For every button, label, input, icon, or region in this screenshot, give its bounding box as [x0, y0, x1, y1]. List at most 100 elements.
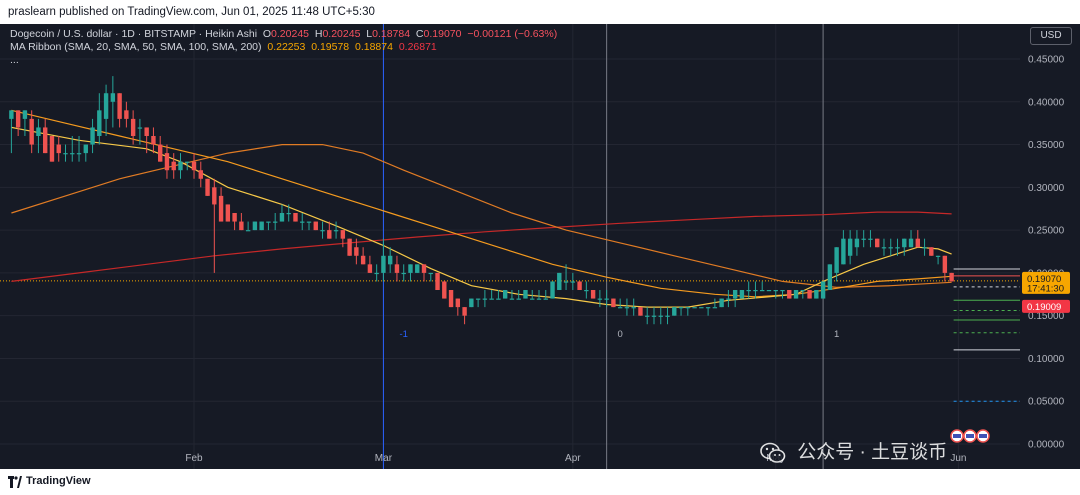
price-chart[interactable]: 0.450000.400000.350000.300000.250000.200… [0, 24, 1080, 469]
session-marker: 0 [618, 329, 623, 340]
candle-body [624, 307, 630, 309]
candle [685, 307, 691, 316]
candle-body [496, 298, 501, 300]
candle-body [239, 221, 244, 231]
candle [448, 290, 454, 308]
candle [205, 178, 210, 196]
publisher-line: praslearn published on TradingView.com, … [8, 6, 375, 18]
candle-body [489, 298, 494, 300]
candle-body [286, 213, 291, 215]
watermark-text: 公众号 · 土豆谈币 [797, 442, 948, 463]
candle [875, 238, 880, 248]
candle [739, 290, 745, 299]
candle-body [232, 213, 237, 222]
candle [854, 230, 860, 256]
candle [435, 272, 440, 290]
candle [814, 290, 819, 299]
candle [617, 298, 623, 309]
candle [597, 290, 603, 308]
candle [726, 290, 731, 308]
candle [861, 230, 866, 248]
candle [536, 290, 542, 300]
candle-body [313, 221, 318, 231]
candle [293, 213, 298, 222]
currency-button[interactable]: USD [1030, 27, 1072, 45]
candle-body [895, 247, 900, 249]
candle-body [448, 290, 454, 308]
candle-body [753, 290, 758, 292]
candle-body [841, 238, 846, 265]
candle-body [110, 93, 116, 102]
candle [908, 230, 914, 248]
candle [49, 136, 55, 162]
tradingview-logo-icon[interactable] [8, 476, 22, 488]
candle [124, 101, 129, 128]
candle [252, 221, 258, 231]
candle [692, 307, 697, 309]
chart-legend: Dogecoin / U.S. dollar · 1D · BITSTAMP ·… [10, 28, 557, 67]
candle-body [692, 307, 697, 309]
chart-area[interactable]: 0.450000.400000.350000.300000.250000.200… [0, 24, 1080, 469]
candle-body [428, 272, 433, 275]
candle [442, 281, 447, 299]
candle [340, 230, 346, 248]
candle-body [719, 298, 724, 308]
candle [83, 144, 88, 162]
candle-body [590, 290, 596, 299]
event-flags-icon[interactable] [950, 429, 994, 443]
candle-body [272, 221, 278, 223]
candle-body [90, 127, 95, 145]
candle-body [712, 307, 718, 309]
candle-body [604, 298, 609, 300]
candle [902, 238, 907, 256]
candle [577, 281, 582, 290]
high-value: 0.20245 [322, 28, 361, 40]
price-labels: 0.1907017:41:300.19009 [1022, 271, 1070, 313]
legend-symbol-row: Dogecoin / U.S. dollar · 1D · BITSTAMP ·… [10, 28, 557, 41]
candle [868, 230, 873, 248]
footer-brand[interactable]: TradingView [26, 475, 91, 487]
session-markers: -1 0 1 [399, 329, 839, 340]
candle [171, 153, 176, 179]
candle [780, 290, 785, 299]
candle [279, 204, 285, 222]
candle-body [225, 204, 231, 222]
candle [178, 153, 183, 179]
legend-more[interactable]: ... [10, 54, 557, 67]
candle [151, 127, 156, 154]
candle-body [922, 247, 927, 249]
candle [658, 307, 663, 325]
candle [259, 221, 264, 231]
candle-body [374, 272, 379, 275]
candle-body [22, 110, 28, 119]
candle-body [381, 255, 386, 273]
candle [651, 307, 657, 325]
y-tick-label: 0.05000 [1028, 397, 1065, 408]
candle [732, 290, 738, 308]
candle-body [861, 238, 866, 240]
ma-ribbon-title: MA Ribbon (SMA, 20, SMA, 50, SMA, 100, S… [10, 41, 262, 53]
close-label: C [415, 28, 424, 40]
candle-body [563, 281, 569, 283]
candle [847, 230, 853, 265]
candle [705, 307, 711, 316]
candle [320, 221, 325, 239]
candle [773, 290, 778, 299]
candle [394, 255, 400, 282]
candle-body [347, 238, 352, 256]
candle [807, 290, 812, 299]
candle-body [516, 298, 521, 300]
candle [766, 290, 772, 292]
candle-body [530, 298, 535, 300]
candle-body [705, 307, 711, 309]
legend-ma-row: MA Ribbon (SMA, 20, SMA, 50, SMA, 100, S… [10, 41, 557, 54]
candle [306, 221, 312, 231]
candle-body [70, 153, 75, 155]
candle-body [205, 178, 210, 196]
candle [367, 255, 373, 273]
candle-body [144, 127, 149, 136]
x-tick-label: Apr [565, 453, 581, 464]
ma20-line [11, 126, 952, 308]
candle-body [83, 144, 88, 154]
y-tick-label: 0.35000 [1028, 140, 1065, 151]
